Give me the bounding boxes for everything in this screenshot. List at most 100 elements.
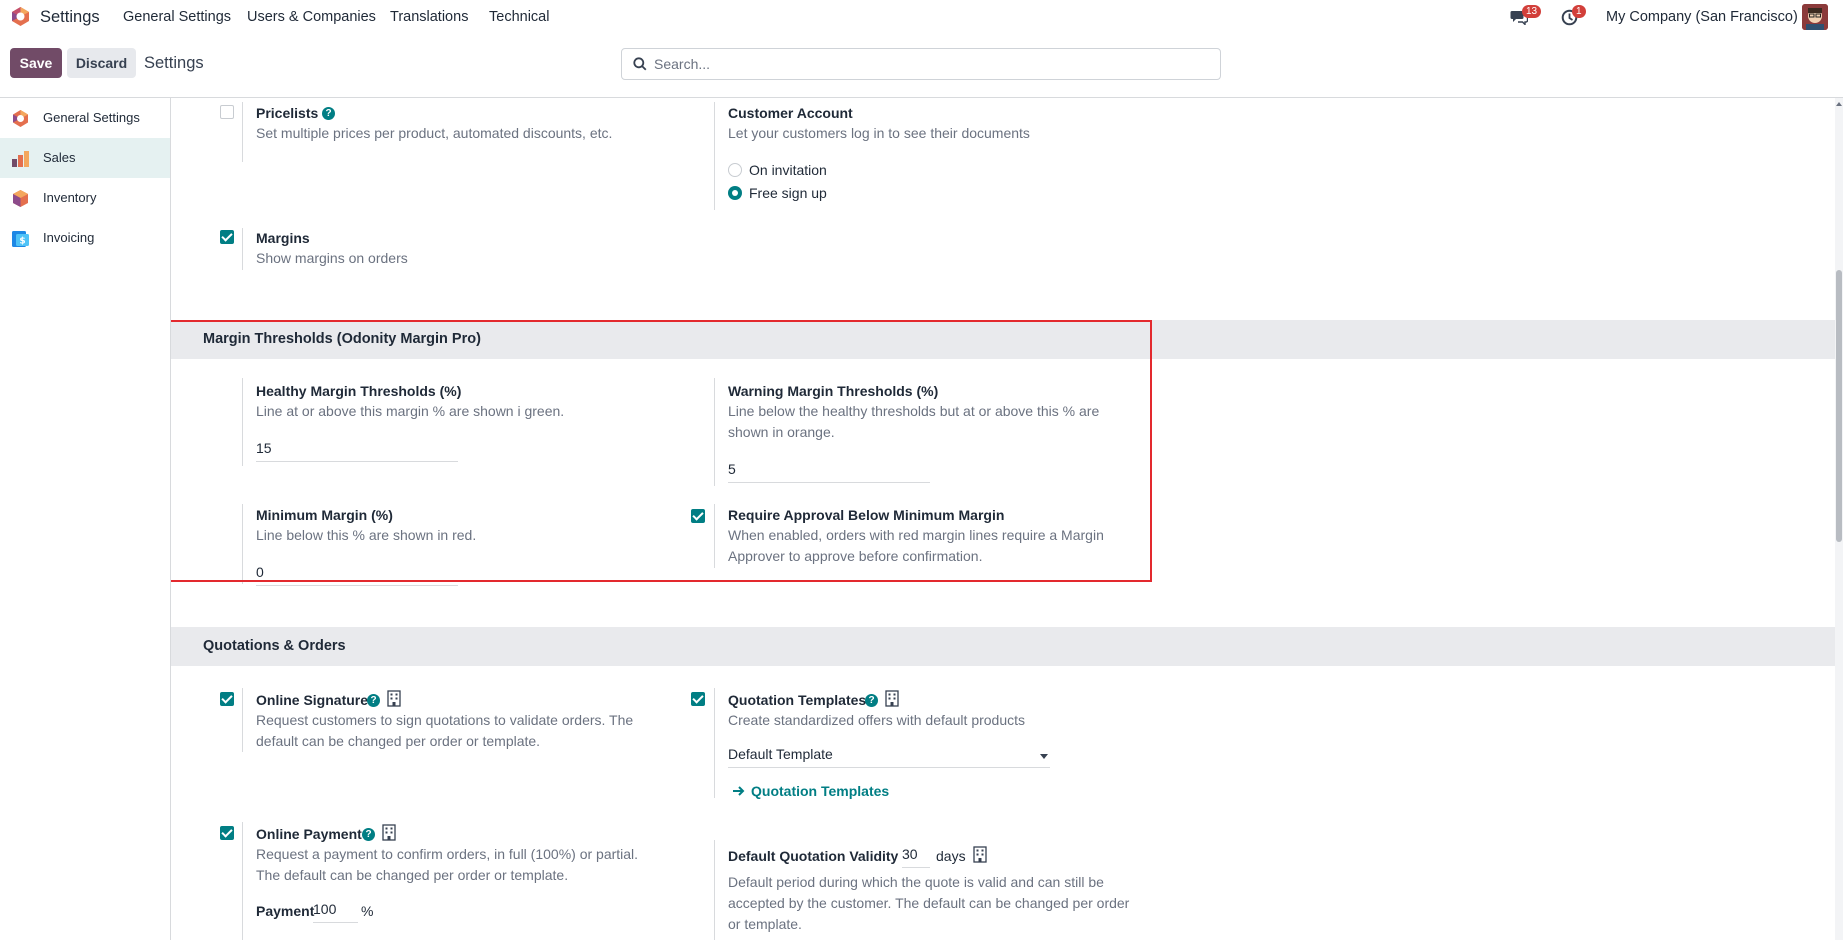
arrow-right-icon [733, 786, 745, 796]
online-signature-title: Online Signature [256, 692, 369, 708]
online-payment-description: Request a payment to confirm orders, in … [256, 846, 639, 883]
pricelists-title: Pricelists [256, 105, 319, 121]
company-building-icon [973, 846, 987, 863]
quotation-validity-input[interactable] [902, 846, 930, 862]
healthy-threshold-title: Healthy Margin Thresholds (%) [256, 383, 462, 399]
radio-free-sign-up-label[interactable]: Free sign up [749, 185, 827, 201]
svg-text:$: $ [19, 237, 25, 247]
menu-general-settings[interactable]: General Settings [123, 9, 231, 25]
section-quotations-orders: Quotations & Orders [171, 627, 1835, 666]
radio-on-invitation[interactable] [728, 163, 742, 177]
settings-sidebar: General Settings Sales Inventory $ Invoi… [0, 98, 171, 940]
radio-free-sign-up[interactable] [728, 186, 742, 200]
setting-divider [242, 688, 243, 752]
require-approval-checkbox[interactable] [691, 509, 705, 523]
quotation-validity-unit: days [936, 848, 966, 864]
payment-percent-field[interactable] [313, 901, 358, 923]
user-avatar[interactable] [1802, 4, 1828, 30]
messages-badge: 13 [1522, 5, 1542, 18]
top-navbar: Settings General Settings Users & Compan… [0, 0, 1843, 34]
quotation-validity-title: Default Quotation Validity [728, 848, 899, 864]
sidebar-item-label: Invoicing [43, 230, 95, 245]
setting-divider [714, 102, 715, 210]
require-approval-title: Require Approval Below Minimum Margin [728, 507, 1005, 523]
quotation-validity-field[interactable] [902, 846, 930, 868]
quotation-templates-description: Create standardized offers with default … [728, 712, 1026, 728]
chevron-down-icon [1040, 754, 1048, 759]
minimum-margin-title: Minimum Margin (%) [256, 507, 393, 523]
sidebar-item-invoicing[interactable]: $ Invoicing [0, 218, 170, 258]
warning-threshold-input[interactable] [728, 461, 930, 477]
payment-percent-input[interactable] [313, 901, 358, 917]
section-title: Quotations & Orders [203, 638, 346, 654]
setting-divider [714, 504, 715, 568]
page-title: Settings [144, 54, 204, 72]
margins-checkbox[interactable] [220, 230, 234, 244]
require-approval-description: When enabled, orders with red margin lin… [728, 527, 1104, 564]
online-signature-help-icon[interactable]: ? [367, 694, 380, 707]
odoo-logo-icon[interactable] [10, 6, 31, 27]
sidebar-item-sales[interactable]: Sales [0, 138, 170, 178]
save-button[interactable]: Save [10, 48, 62, 78]
sidebar-item-inventory[interactable]: Inventory [0, 178, 170, 218]
margins-description: Show margins on orders [256, 250, 408, 266]
scrollbar-thumb[interactable] [1836, 270, 1842, 542]
customer-account-description: Let your customers log in to see their d… [728, 125, 1030, 141]
scroll-up-arrow-icon[interactable] [1836, 102, 1842, 106]
minimum-margin-input[interactable] [256, 564, 458, 580]
company-building-icon [387, 690, 401, 707]
settings-app-icon [13, 110, 28, 127]
online-payment-checkbox[interactable] [220, 826, 234, 840]
setting-divider [242, 102, 243, 162]
pricelists-help-icon[interactable]: ? [322, 107, 335, 120]
sidebar-item-label: Inventory [43, 190, 97, 205]
quotation-templates-title: Quotation Templates [728, 692, 867, 708]
healthy-threshold-description: Line at or above this margin % are shown… [256, 403, 565, 419]
setting-divider [242, 228, 243, 270]
online-signature-description: Request customers to sign quotations to … [256, 712, 634, 749]
search-icon [633, 57, 647, 71]
healthy-threshold-input[interactable] [256, 440, 458, 456]
sales-app-icon [12, 151, 29, 167]
sidebar-item-label: Sales [43, 150, 76, 165]
minimum-margin-description: Line below this % are shown in red. [256, 527, 477, 543]
activity-badge: 1 [1572, 5, 1586, 18]
default-template-label: Default Template [728, 746, 833, 762]
setting-divider [714, 378, 715, 486]
menu-translations[interactable]: Translations [390, 9, 468, 25]
quotation-templates-help-icon[interactable]: ? [865, 694, 878, 707]
payment-unit: % [361, 903, 374, 919]
quotation-templates-link[interactable]: Quotation Templates [751, 783, 889, 799]
app-name[interactable]: Settings [40, 8, 100, 27]
online-signature-checkbox[interactable] [220, 692, 234, 706]
menu-technical[interactable]: Technical [489, 9, 549, 25]
search-bar[interactable] [621, 48, 1221, 80]
company-switcher[interactable]: My Company (San Francisco) [1606, 9, 1798, 25]
setting-divider [714, 840, 715, 940]
search-input[interactable] [654, 55, 1204, 73]
invoicing-app-icon: $ [12, 231, 29, 247]
payment-label: Payment [256, 903, 315, 919]
sidebar-item-general-settings[interactable]: General Settings [0, 98, 170, 138]
healthy-threshold-field[interactable] [256, 440, 458, 462]
content-scrollbar[interactable] [1835, 98, 1843, 940]
customer-account-title: Customer Account [728, 105, 853, 121]
pricelists-checkbox[interactable] [220, 105, 234, 119]
online-payment-title: Online Payment [256, 826, 362, 842]
radio-on-invitation-label[interactable]: On invitation [749, 162, 827, 178]
setting-divider [242, 504, 243, 584]
margins-title: Margins [256, 230, 310, 246]
quotation-templates-checkbox[interactable] [691, 692, 705, 706]
online-payment-help-icon[interactable]: ? [362, 828, 375, 841]
inventory-app-icon [13, 190, 28, 207]
menu-users-companies[interactable]: Users & Companies [247, 9, 376, 25]
settings-content: Pricelists ? Set multiple prices per pro… [171, 98, 1835, 940]
minimum-margin-field[interactable] [256, 564, 458, 586]
setting-divider [242, 822, 243, 940]
discard-button[interactable]: Discard [67, 48, 136, 78]
section-title: Margin Thresholds (Odonity Margin Pro) [203, 331, 481, 347]
default-template-select[interactable]: Default Template [728, 746, 1050, 768]
warning-threshold-title: Warning Margin Thresholds (%) [728, 383, 939, 399]
quotation-validity-description: Default period during which the quote is… [728, 874, 1130, 932]
warning-threshold-field[interactable] [728, 461, 930, 483]
